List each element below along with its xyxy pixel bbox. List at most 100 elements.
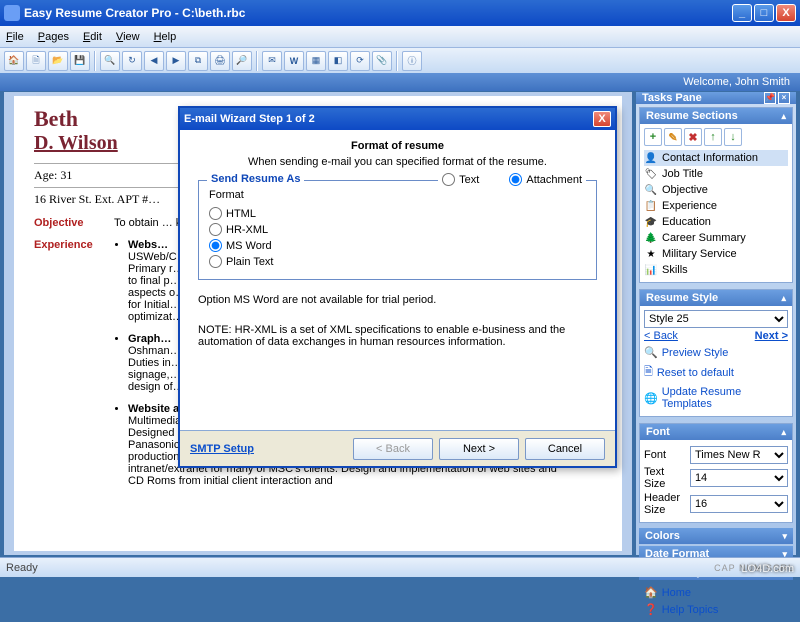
- dialog-titlebar[interactable]: E-mail Wizard Step 1 of 2 X: [180, 108, 615, 130]
- panel-title: Resume Sections: [646, 110, 738, 122]
- tasks-pane: Tasks Pane 📌 × Resume Sections▴ + ✎ ✖ ↑ …: [636, 92, 796, 555]
- experience-icon: 📋: [644, 199, 658, 213]
- back-button[interactable]: < Back: [353, 438, 433, 460]
- tool-nav-left-icon[interactable]: ◀: [144, 51, 164, 71]
- tool-word-icon[interactable]: W: [284, 51, 304, 71]
- tool-new-icon[interactable]: 🗎: [26, 51, 46, 71]
- home-link[interactable]: 🏠Home: [644, 584, 788, 601]
- tool-save-icon[interactable]: 💾: [70, 51, 90, 71]
- pane-close-icon[interactable]: ×: [778, 92, 790, 104]
- collapse-icon[interactable]: ▴: [781, 293, 786, 304]
- fieldset-legend: Send Resume As: [207, 173, 304, 185]
- objective-label: Objective: [34, 217, 114, 229]
- textsize-select[interactable]: 14: [690, 469, 788, 487]
- tool-preview-icon[interactable]: 🔎: [232, 51, 252, 71]
- tool-about-icon[interactable]: ⓘ: [402, 51, 422, 71]
- move-down-button[interactable]: ↓: [724, 128, 742, 146]
- app-icon: [4, 5, 20, 21]
- delete-section-button[interactable]: ✖: [684, 128, 702, 146]
- minimize-button[interactable]: _: [732, 4, 752, 22]
- collapse-icon[interactable]: ▴: [781, 111, 786, 122]
- section-education[interactable]: 🎓Education: [644, 214, 788, 230]
- tool-copy-icon[interactable]: ⧉: [188, 51, 208, 71]
- tool-sync-icon[interactable]: ⟳: [350, 51, 370, 71]
- radio-html[interactable]: HTML: [209, 207, 586, 220]
- style-next-link[interactable]: Next >: [755, 328, 788, 344]
- reset-style-link[interactable]: 🗎Reset to default: [644, 361, 788, 384]
- globe-icon: 🌐: [644, 392, 658, 405]
- radio-msword[interactable]: MS Word: [209, 239, 586, 252]
- menu-pages[interactable]: Pages: [38, 31, 69, 43]
- education-icon: 🎓: [644, 215, 658, 229]
- radio-attachment[interactable]: Attachment: [509, 173, 582, 186]
- tasks-pane-title: Tasks Pane: [642, 92, 702, 104]
- tool-search-icon[interactable]: 🔍: [100, 51, 120, 71]
- preview-style-link[interactable]: 🔍Preview Style: [644, 344, 788, 361]
- pane-pin-icon[interactable]: 📌: [764, 92, 776, 104]
- update-templates-link[interactable]: 🌐Update Resume Templates: [644, 384, 788, 412]
- radio-hrxml[interactable]: HR-XML: [209, 223, 586, 236]
- textsize-label: Text Size: [644, 466, 686, 490]
- tool-window-icon[interactable]: ◧: [328, 51, 348, 71]
- font-label: Font: [644, 449, 686, 461]
- help-icon: ❓: [644, 603, 658, 616]
- style-back-link[interactable]: < Back: [644, 328, 678, 344]
- next-button[interactable]: Next >: [439, 438, 519, 460]
- maximize-button[interactable]: □: [754, 4, 774, 22]
- tasks-pane-header: Tasks Pane 📌 ×: [636, 92, 796, 104]
- menu-edit[interactable]: Edit: [83, 31, 102, 43]
- panel-colors[interactable]: Colors▾: [639, 528, 793, 544]
- cancel-button[interactable]: Cancel: [525, 438, 605, 460]
- format-label: Format: [209, 189, 586, 201]
- edit-section-button[interactable]: ✎: [664, 128, 682, 146]
- menu-view[interactable]: View: [116, 31, 140, 43]
- section-experience[interactable]: 📋Experience: [644, 198, 788, 214]
- contact-icon: 👤: [644, 151, 658, 165]
- panel-font: Font▴ FontTimes New R Text Size14 Header…: [639, 423, 793, 523]
- tool-clip-icon[interactable]: 📎: [372, 51, 392, 71]
- search-icon: 🔍: [644, 346, 658, 359]
- statusbar: Ready CAP NUM SCRL: [0, 557, 800, 577]
- email-wizard-dialog: E-mail Wizard Step 1 of 2 X Format of re…: [178, 106, 617, 468]
- dialog-body: Format of resume When sending e-mail you…: [180, 130, 615, 430]
- expand-icon[interactable]: ▾: [782, 531, 787, 542]
- move-up-button[interactable]: ↑: [704, 128, 722, 146]
- smtp-setup-link[interactable]: SMTP Setup: [190, 443, 254, 455]
- tool-nav-right-icon[interactable]: ▶: [166, 51, 186, 71]
- collapse-icon[interactable]: ▴: [781, 427, 786, 438]
- tool-open-icon[interactable]: 📂: [48, 51, 68, 71]
- dialog-subheading: When sending e-mail you can specified fo…: [198, 156, 597, 168]
- section-objective[interactable]: 🔍Objective: [644, 182, 788, 198]
- menu-file[interactable]: File: [6, 31, 24, 43]
- headersize-select[interactable]: 16: [690, 495, 788, 513]
- headersize-label: Header Size: [644, 492, 686, 516]
- section-jobtitle[interactable]: 🏷Job Title: [644, 166, 788, 182]
- close-button[interactable]: X: [776, 4, 796, 22]
- tool-mail-icon[interactable]: ✉: [262, 51, 282, 71]
- reset-icon: 🗎: [644, 363, 653, 382]
- help-link[interactable]: ❓Help Topics: [644, 601, 788, 618]
- separator: [396, 51, 398, 71]
- section-career[interactable]: 🌲Career Summary: [644, 230, 788, 246]
- menu-help[interactable]: Help: [154, 31, 177, 43]
- section-contact[interactable]: 👤Contact Information: [644, 150, 788, 166]
- add-section-button[interactable]: +: [644, 128, 662, 146]
- tool-refresh-icon[interactable]: ↻: [122, 51, 142, 71]
- font-select[interactable]: Times New R: [690, 446, 788, 464]
- tool-print-icon[interactable]: 🖨: [210, 51, 230, 71]
- welcome-text: Welcome, John Smith: [0, 73, 800, 91]
- dialog-title-text: E-mail Wizard Step 1 of 2: [184, 113, 315, 125]
- section-skills[interactable]: 📊Skills: [644, 262, 788, 278]
- radio-text[interactable]: Text: [442, 173, 479, 186]
- tool-home-icon[interactable]: 🏠: [4, 51, 24, 71]
- career-icon: 🌲: [644, 231, 658, 245]
- radio-plain[interactable]: Plain Text: [209, 255, 586, 268]
- military-icon: ★: [644, 247, 658, 261]
- style-select[interactable]: Style 25: [644, 310, 788, 328]
- home-icon: 🏠: [644, 586, 658, 599]
- dialog-heading: Format of resume: [198, 140, 597, 152]
- toolbar: 🏠 🗎 📂 💾 🔍 ↻ ◀ ▶ ⧉ 🖨 🔎 ✉ W ▦ ◧ ⟳ 📎 ⓘ Welc…: [0, 48, 800, 74]
- section-military[interactable]: ★Military Service: [644, 246, 788, 262]
- dialog-close-button[interactable]: X: [593, 111, 611, 127]
- tool-export-icon[interactable]: ▦: [306, 51, 326, 71]
